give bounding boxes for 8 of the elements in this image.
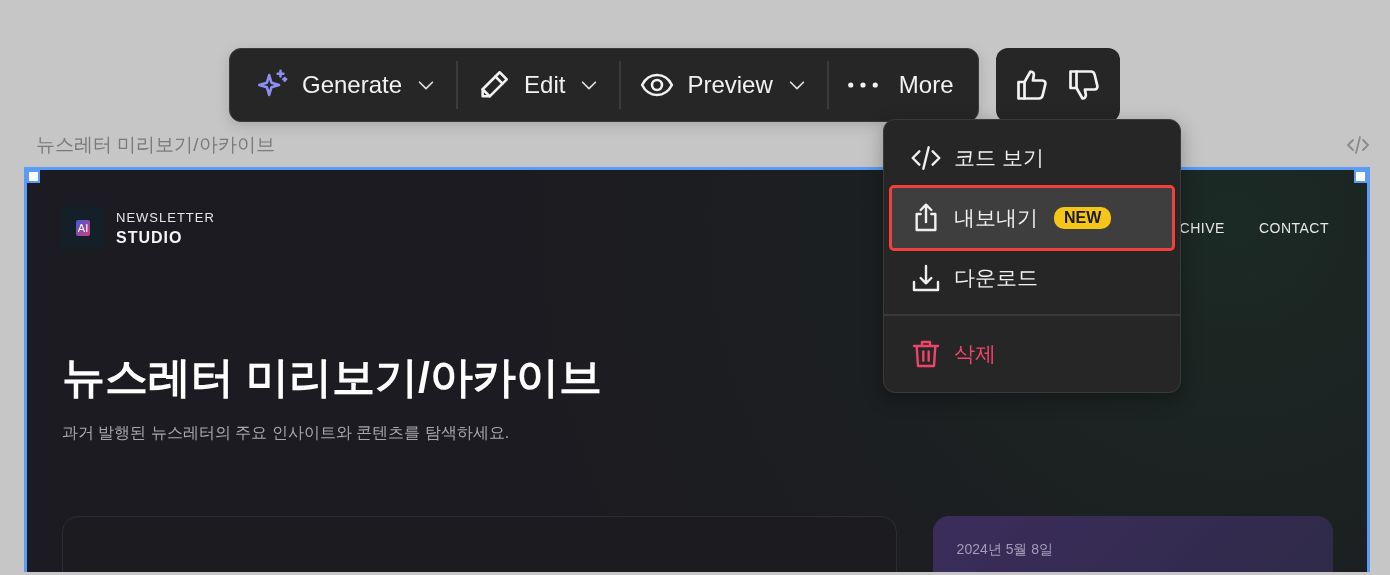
new-badge: NEW: [1054, 207, 1112, 229]
brand-name: STUDIO: [116, 228, 184, 247]
logo: AI: [62, 207, 104, 249]
card-date: 2024년 5월 8일: [956, 541, 1054, 557]
frame-label: 뉴스레터 미리보기/아카이브: [36, 133, 275, 157]
brand-subtitle: NEWSLETTER: [116, 209, 215, 225]
page-heading: 뉴스레터 미리보기/아카이브: [62, 352, 602, 403]
page-subheading: 과거 발행된 뉴스레터의 주요 인사이트와 콘텐츠를 탐색하세요.: [62, 423, 511, 443]
